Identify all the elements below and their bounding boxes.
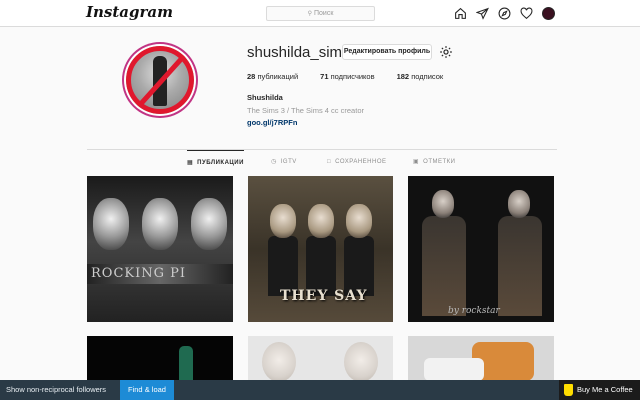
top-navigation-bar: Instagram ⚲ Поиск [0, 0, 640, 27]
instagram-logo[interactable]: Instagram [86, 3, 173, 21]
extension-toolbar: Show non-reciprocal followers Find & loa… [0, 380, 640, 400]
find-and-load-button[interactable]: Find & load [120, 380, 174, 400]
post-face [93, 198, 129, 250]
post-thumbnail-5[interactable] [248, 336, 393, 381]
post-thumbnail-3[interactable]: by rockstar [408, 176, 554, 322]
edit-profile-button[interactable]: Редактировать профиль [342, 44, 432, 60]
search-input[interactable]: ⚲ Поиск [266, 6, 375, 21]
post-face [308, 204, 334, 238]
post-face [191, 198, 227, 250]
post-cushion [424, 358, 484, 381]
post-signature: by rockstar [448, 306, 500, 316]
explore-icon[interactable] [496, 5, 513, 22]
post-face [262, 342, 296, 381]
post-thumbnail-1[interactable]: ROCKING PI [87, 176, 233, 322]
post-face [344, 342, 378, 381]
buy-me-a-coffee-button[interactable]: Buy Me a Coffee [559, 380, 640, 400]
post-figure [306, 236, 336, 296]
profile-picture[interactable] [122, 42, 198, 118]
followers-count[interactable]: 71 подписчиков [320, 72, 374, 81]
post-thumbnail-2[interactable]: THEY SAY [248, 176, 393, 322]
settings-gear-icon[interactable] [439, 45, 453, 59]
tab-saved[interactable]: □ СОХРАНЕННОЕ [327, 150, 387, 174]
following-count[interactable]: 182 подписок [397, 72, 444, 81]
post-figure [422, 216, 466, 316]
tab-igtv[interactable]: ◷ IGTV [271, 150, 297, 174]
profile-username: shushilda_sims [247, 44, 350, 61]
tab-tagged[interactable]: ▣ ОТМЕТКИ [413, 150, 455, 174]
tab-posts[interactable]: ▦ ПУБЛИКАЦИИ [187, 150, 244, 174]
post-text: ROCKING PI [91, 266, 187, 281]
posts-count: 28 публикаций [247, 72, 299, 81]
coffee-label: Buy Me a Coffee [577, 385, 633, 394]
profile-link[interactable]: goo.gl/j7RPFn [247, 118, 297, 127]
search-placeholder: Поиск [314, 10, 334, 17]
grid-icon: ▦ [187, 159, 194, 166]
post-figure [268, 236, 298, 296]
avatar [542, 7, 555, 20]
prohibition-ring [126, 46, 194, 114]
post-figure [179, 346, 193, 381]
direct-icon[interactable] [474, 5, 491, 22]
post-face [508, 190, 530, 218]
igtv-icon: ◷ [271, 159, 277, 165]
post-thumbnail-4[interactable] [87, 336, 233, 381]
nav-icons [452, 5, 562, 22]
heart-icon[interactable] [518, 5, 535, 22]
profile-tabs: ▦ ПУБЛИКАЦИИ ◷ IGTV □ СОХРАНЕННОЕ ▣ ОТМЕТКИ [87, 150, 557, 174]
post-thumbnail-6[interactable] [408, 336, 554, 381]
post-title: THEY SAY [280, 288, 368, 304]
coffee-cup-icon [564, 384, 573, 396]
profile-bio: The Sims 3 / The Sims 4 cc creator [247, 106, 364, 115]
search-icon: ⚲ [307, 11, 312, 17]
post-figure [344, 236, 374, 296]
profile-full-name: Shushilda [247, 93, 283, 102]
post-face [346, 204, 372, 238]
profile-avatar-icon[interactable] [540, 5, 557, 22]
profile-stats: 28 публикаций 71 подписчиков 182 подписо… [247, 72, 465, 81]
post-face [432, 190, 454, 218]
post-face [270, 204, 296, 238]
post-face [142, 198, 178, 250]
post-figure [498, 216, 542, 316]
home-icon[interactable] [452, 5, 469, 22]
non-reciprocal-label: Show non-reciprocal followers [6, 385, 107, 394]
tagged-icon: ▣ [413, 159, 420, 165]
bookmark-icon: □ [327, 159, 332, 165]
